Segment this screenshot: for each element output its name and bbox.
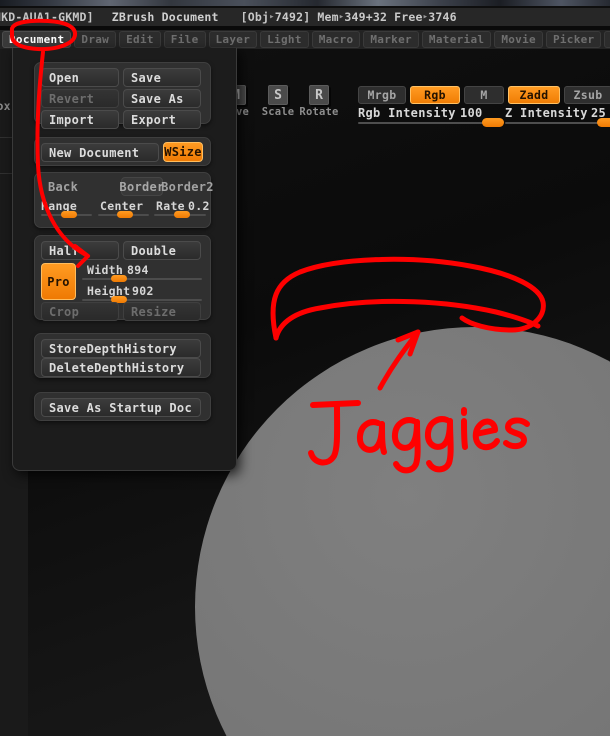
border-button[interactable]: Border: [119, 177, 164, 196]
pro-button[interactable]: Pro: [41, 263, 76, 300]
half-button[interactable]: Half: [41, 241, 119, 260]
rgb-intensity-value: 100: [460, 106, 483, 120]
zsub-button[interactable]: Zsub: [564, 86, 610, 104]
width-track[interactable]: [82, 278, 202, 280]
menu-item-macro[interactable]: Macro: [311, 31, 361, 48]
menu-item-draw[interactable]: Draw: [74, 31, 117, 48]
sphere-object[interactable]: [195, 327, 610, 736]
border2-button[interactable]: Border2: [161, 177, 213, 196]
menu-item-movie[interactable]: Movie: [494, 31, 543, 48]
range-thumb[interactable]: [61, 211, 77, 218]
rgb-intensity-slider[interactable]: Rgb Intensity 100: [358, 106, 504, 128]
height-track[interactable]: [82, 299, 202, 301]
rotate-tool[interactable]: R Rotate: [299, 85, 339, 118]
export-button[interactable]: Export: [123, 110, 201, 129]
back-button[interactable]: Back: [41, 177, 119, 196]
menu-item-edit[interactable]: Edit: [119, 31, 161, 48]
width-value: 894: [127, 263, 149, 277]
title-document-name: ZBrush Document: [111, 10, 219, 24]
z-intensity-slider[interactable]: Z Intensity 25: [505, 106, 610, 128]
new-document-button[interactable]: New Document: [41, 143, 159, 162]
new-document-group: New Document WSize: [34, 137, 211, 166]
status-free-label: Free: [394, 10, 423, 24]
status-mem-value: 349+32: [344, 10, 388, 24]
height-value: 902: [132, 284, 154, 298]
zadd-button[interactable]: Zadd: [508, 86, 560, 104]
file-actions-group: Open Save Revert Save As Import Export: [34, 62, 211, 129]
menu-item-marker[interactable]: Marker: [363, 31, 419, 48]
draw-toolbar: M Move S Scale R Rotate Mrgb Rgb M Zadd …: [210, 84, 610, 130]
rgb-intensity-label: Rgb Intensity: [358, 106, 456, 120]
startup-doc-group: Save As Startup Doc: [34, 392, 211, 421]
app-root: NKD-AUA1-GKMD] ZBrush Document [Obj ▸ 74…: [0, 0, 610, 736]
status-obj-value: 7492]: [274, 10, 311, 24]
center-thumb[interactable]: [117, 211, 133, 218]
depth-history-group: StoreDepthHistory DeleteDepthHistory: [34, 333, 211, 378]
crop-button[interactable]: Crop: [41, 302, 119, 321]
resize-button[interactable]: Resize: [123, 302, 201, 321]
store-depth-history-button[interactable]: StoreDepthHistory: [41, 339, 201, 358]
menu-item-material[interactable]: Material: [421, 31, 492, 48]
wsize-button[interactable]: WSize: [163, 142, 203, 162]
z-intensity-thumb[interactable]: [597, 118, 610, 127]
status-free-value: 3746: [428, 10, 457, 24]
delete-depth-history-button[interactable]: DeleteDepthHistory: [41, 358, 201, 377]
z-intensity-label: Z Intensity: [505, 106, 588, 120]
double-button[interactable]: Double: [123, 241, 201, 260]
rate-thumb[interactable]: [174, 211, 190, 218]
lightbox-rail-label[interactable]: tBox: [0, 99, 11, 113]
rgb-intensity-thumb[interactable]: [482, 118, 504, 127]
width-thumb[interactable]: [111, 275, 127, 282]
save-button[interactable]: Save: [123, 68, 201, 87]
import-button[interactable]: Import: [41, 110, 119, 129]
m-button[interactable]: M: [464, 86, 504, 104]
save-as-startup-doc-button[interactable]: Save As Startup Doc: [41, 398, 201, 417]
menu-bar: Document Draw Edit File Layer Light Macr…: [0, 30, 610, 49]
mrgb-button[interactable]: Mrgb: [358, 86, 406, 104]
scale-icon: S: [268, 85, 288, 105]
rotate-tool-label: Rotate: [299, 106, 339, 118]
menu-item-light[interactable]: Light: [260, 31, 309, 48]
menu-item-file[interactable]: File: [163, 31, 206, 48]
back-border-group: Back Border Border2 Range Center Rate 0.…: [34, 172, 214, 228]
title-host: NKD-AUA1-GKMD]: [0, 10, 94, 24]
rotate-icon: R: [309, 85, 329, 105]
rgb-button[interactable]: Rgb: [410, 86, 460, 104]
title-bar: NKD-AUA1-GKMD] ZBrush Document [Obj ▸ 74…: [0, 8, 610, 26]
revert-button[interactable]: Revert: [41, 89, 119, 108]
open-button[interactable]: Open: [41, 68, 119, 87]
menu-item-preferences[interactable]: Preferences: [604, 31, 610, 48]
menu-item-document[interactable]: Document: [2, 31, 72, 48]
scale-tool-label: Scale: [261, 106, 295, 118]
document-size-group: Half Double Pro Width 894 Height 902 Cro…: [34, 235, 211, 321]
scale-tool[interactable]: S Scale: [258, 85, 298, 118]
save-as-button[interactable]: Save As: [123, 89, 201, 108]
document-palette-popup: Open Save Revert Save As Import Export N…: [12, 48, 237, 471]
status-obj-label: [Obj: [240, 10, 270, 24]
menu-item-layer[interactable]: Layer: [208, 31, 258, 48]
z-intensity-track[interactable]: [505, 122, 610, 124]
menu-item-picker[interactable]: Picker: [545, 31, 602, 48]
rate-value: 0.2: [188, 199, 210, 213]
status-mem-label: Mem: [317, 10, 339, 24]
